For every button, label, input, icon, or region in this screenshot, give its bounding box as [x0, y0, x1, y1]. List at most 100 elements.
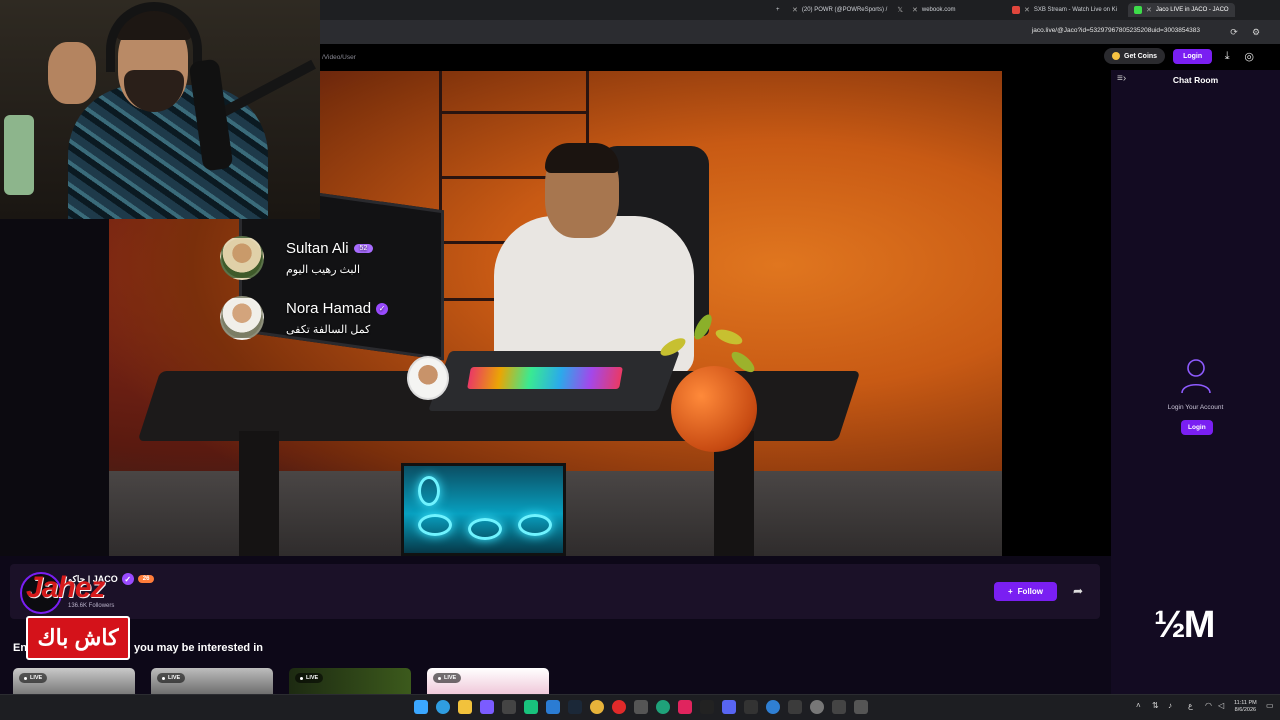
sponsor-watermark: Jahez	[26, 571, 105, 604]
app-icon[interactable]	[766, 700, 780, 714]
close-icon[interactable]: ✕	[912, 6, 918, 14]
live-badge: LIVE	[433, 673, 462, 683]
taskbar-clock[interactable]: 11:11 PM 8/6/2026	[1234, 700, 1257, 714]
breadcrumb: /Video/User	[322, 54, 356, 61]
sidebar-login-button[interactable]: Login	[1181, 420, 1213, 435]
live-badge: LIVE	[157, 673, 186, 683]
recommended-stream-card[interactable]: LIVE	[13, 668, 135, 694]
get-coins-button[interactable]: Get Coins	[1104, 48, 1166, 64]
browser-tab-bar: + ✕ (20) POWR (@POWReSports) / 𝕏 ✕ weboo…	[320, 0, 1280, 20]
address-bar: jaco.live/@Jaco?id=53297967805235208uid=…	[320, 20, 1280, 44]
recommended-stream-card[interactable]: LIVE	[151, 668, 273, 694]
rgb-keyboard	[467, 367, 623, 389]
windows-start-icon[interactable]	[414, 700, 428, 714]
notifications-icon[interactable]: ▭	[1266, 701, 1274, 710]
recommended-stream-card[interactable]: LIVE	[427, 668, 549, 694]
section-prefix: En	[13, 642, 28, 654]
tab-label: Jaco LIVE in JACO - JACO	[1155, 7, 1229, 13]
close-icon[interactable]: ✕	[1146, 6, 1152, 14]
follow-label: Follow	[1017, 587, 1043, 596]
wifi-icon[interactable]: ◠	[1205, 701, 1212, 710]
desk-leg	[239, 431, 279, 556]
settings-icon[interactable]	[810, 700, 824, 714]
avatar	[220, 236, 264, 280]
file-explorer-icon[interactable]	[458, 700, 472, 714]
opera-icon[interactable]	[612, 700, 626, 714]
recommend-title: you may be interested in	[134, 642, 263, 654]
browser-tab-jaco[interactable]: ✕ Jaco LIVE in JACO - JACO	[1128, 3, 1235, 17]
new-tab-button[interactable]: +	[770, 3, 786, 17]
level-badge: 26	[137, 575, 155, 583]
x-logo-icon: 𝕏	[897, 7, 903, 14]
chevron-up-icon[interactable]: ˄	[1136, 701, 1141, 710]
volume-icon[interactable]: ◁	[1218, 701, 1224, 710]
browser-tab-webook[interactable]: ✕ webook.com	[906, 3, 962, 17]
avatar	[220, 296, 264, 340]
reload-icon[interactable]: ⟳	[1228, 26, 1240, 38]
steam-icon[interactable]	[568, 700, 582, 714]
site-top-nav: Get Coins Login ⤓ ◎	[1104, 48, 1256, 64]
comment-message: البث رهيب اليوم	[286, 264, 361, 276]
app-icon[interactable]	[546, 700, 560, 714]
app-icon[interactable]	[854, 700, 868, 714]
login-button[interactable]: Login	[1173, 48, 1213, 64]
tab-label: (20) POWR (@POWReSports) /	[801, 7, 888, 13]
headset	[106, 2, 202, 72]
pc-case	[401, 463, 566, 556]
gmail-icon	[1012, 6, 1020, 14]
close-icon[interactable]: ✕	[1024, 6, 1030, 14]
close-icon[interactable]: ✕	[792, 6, 798, 14]
adobe-icon[interactable]	[678, 700, 692, 714]
coin-icon	[1112, 52, 1120, 60]
mic-icon[interactable]: ♪	[1168, 701, 1172, 710]
recommended-stream-card[interactable]: LIVE	[289, 668, 411, 694]
clock-time: 11:11 PM	[1234, 700, 1257, 706]
screen: + ✕ (20) POWR (@POWReSports) / 𝕏 ✕ weboo…	[0, 0, 1280, 720]
plus-icon: +	[1008, 587, 1013, 596]
chrome-icon[interactable]	[590, 700, 604, 714]
verified-icon: ✓	[376, 302, 389, 315]
chat-app-icon[interactable]	[524, 700, 538, 714]
clock-date: 8/6/2026	[1234, 707, 1257, 713]
gift-avatar	[407, 356, 449, 400]
streamer-info-bar	[10, 564, 1100, 619]
edge-icon[interactable]	[436, 700, 450, 714]
app-icon[interactable]	[744, 700, 758, 714]
discord-icon[interactable]	[480, 700, 494, 714]
verified-icon: ✓	[121, 573, 134, 585]
tab-label: webook.com	[921, 7, 956, 13]
share-icon[interactable]: ➦	[1073, 584, 1083, 598]
app-icon[interactable]	[700, 700, 714, 714]
chat-overlay-comment: Sultan Ali 52 البث رهيب اليوم	[220, 236, 374, 280]
url-field[interactable]: jaco.live/@Jaco?id=53297967805235208uid=…	[1032, 27, 1200, 34]
cashback-badge: كاش باك	[26, 616, 130, 660]
browser-tab-powr[interactable]: ✕ (20) POWR (@POWReSports) / 𝕏	[786, 3, 909, 17]
streamer-hair	[545, 143, 619, 173]
mic-arm	[214, 59, 316, 121]
get-coins-label: Get Coins	[1124, 52, 1158, 60]
live-badge: LIVE	[295, 673, 324, 683]
app-icon[interactable]	[832, 700, 846, 714]
bottle	[4, 115, 34, 195]
download-icon[interactable]: ⤓	[1220, 50, 1234, 63]
app-icon[interactable]	[788, 700, 802, 714]
kick-icon	[1134, 6, 1142, 14]
network-icon[interactable]: ⇅	[1152, 701, 1159, 710]
login-prompt: Login Your Account	[1167, 404, 1224, 411]
extension-icon[interactable]: ⚙	[1250, 26, 1262, 38]
language-indicator[interactable]: ع	[1188, 701, 1193, 710]
chat-room-title: Chat Room	[1172, 75, 1219, 85]
globe-icon[interactable]: ◎	[1242, 50, 1256, 63]
browser-tab-kick[interactable]: ✕ SXB Stream - Watch Live on Ki	[1006, 3, 1123, 17]
commenter-name: Sultan Ali	[286, 240, 349, 257]
commenter-name: Nora Hamad	[286, 300, 372, 317]
comment-message: كمل السالفة تكفى	[286, 324, 371, 336]
basketball	[671, 366, 757, 452]
app-icon[interactable]	[722, 700, 736, 714]
webcam-hand	[48, 42, 96, 104]
follow-button[interactable]: + Follow	[994, 582, 1057, 601]
chat-overlay-comment: Nora Hamad ✓ كمل السالفة تكفى	[220, 296, 389, 340]
app-icon[interactable]	[656, 700, 670, 714]
app-icon[interactable]	[634, 700, 648, 714]
xbox-icon[interactable]	[502, 700, 516, 714]
